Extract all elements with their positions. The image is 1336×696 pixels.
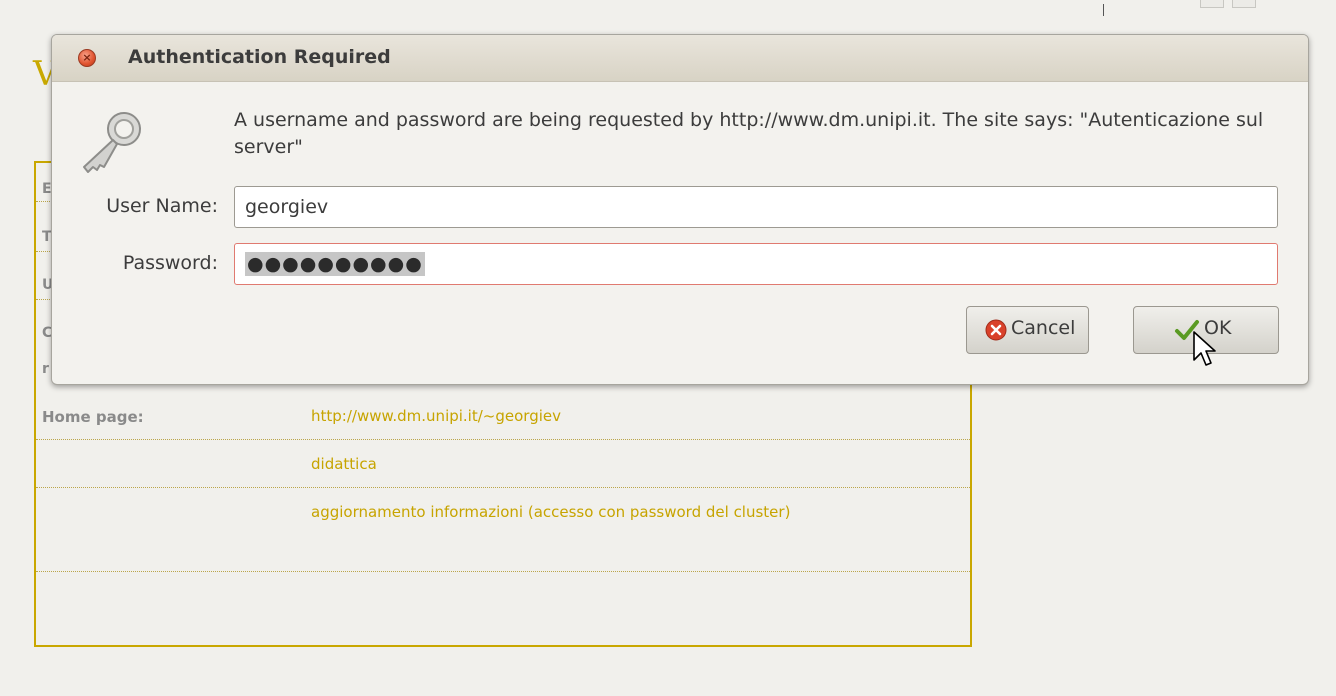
- table-row: didattica: [36, 440, 970, 488]
- close-icon[interactable]: ×: [78, 49, 96, 67]
- cancel-label: Cancel: [1011, 317, 1076, 339]
- key-icon: [83, 112, 141, 173]
- didattica-link[interactable]: didattica: [311, 448, 911, 480]
- page-top-box: [1200, 0, 1224, 8]
- cancel-icon: [985, 319, 1007, 341]
- cancel-button[interactable]: Cancel: [966, 306, 1089, 354]
- dialog-title: Authentication Required: [128, 46, 391, 68]
- dialog-titlebar: × Authentication Required: [52, 35, 1308, 82]
- password-label: Password:: [122, 252, 218, 274]
- dialog-message: A username and password are being reques…: [234, 109, 1264, 158]
- table-row: Home page: http://www.dm.unipi.it/~georg…: [36, 391, 970, 440]
- username-field[interactable]: georgiev: [234, 186, 1278, 228]
- password-mask: ●●●●●●●●●●: [245, 252, 425, 276]
- update-info-link[interactable]: aggiornamento informazioni (accesso con …: [311, 496, 901, 528]
- mouse-cursor-icon: [1193, 331, 1216, 366]
- table-label-stub: r: [42, 361, 49, 377]
- row-label: Home page:: [42, 408, 144, 426]
- password-field[interactable]: ●●●●●●●●●●: [234, 243, 1278, 285]
- homepage-link[interactable]: http://www.dm.unipi.it/~georgiev: [311, 400, 911, 432]
- page-top-mark: [1103, 4, 1104, 16]
- auth-dialog: × Authentication Required A username and…: [51, 34, 1309, 385]
- page-top-box: [1232, 0, 1256, 8]
- username-label: User Name:: [106, 195, 218, 217]
- table-row: aggiornamento informazioni (accesso con …: [36, 488, 970, 572]
